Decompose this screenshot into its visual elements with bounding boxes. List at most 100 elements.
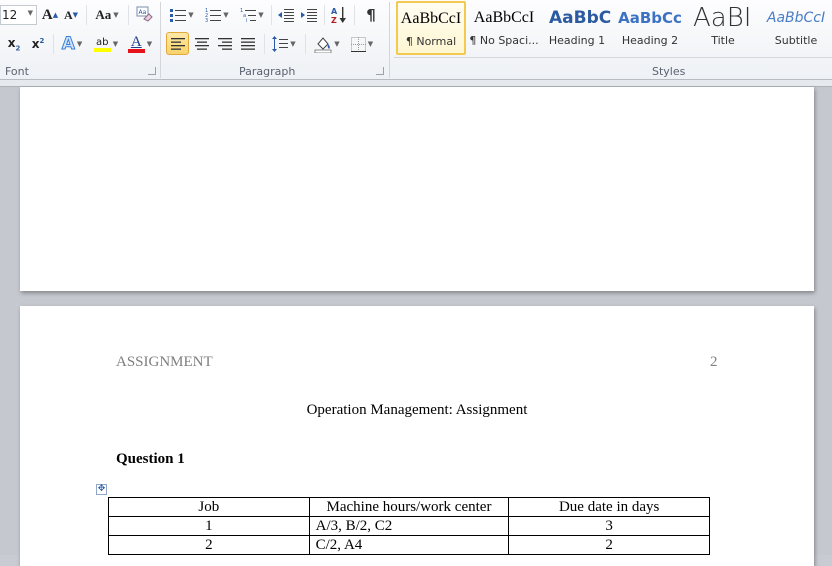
page-number: 2 [710,354,718,370]
style-title[interactable]: AaBI Title [688,2,758,56]
increase-indent-button[interactable] [298,5,320,25]
table-cell[interactable]: C/2, A4 [308,535,510,555]
svg-text:A: A [331,7,338,16]
table-cell[interactable]: 2 [508,535,710,555]
table-move-handle-icon[interactable]: ✥ [96,484,107,495]
font-size-select[interactable]: 12 ▼ [0,5,37,25]
job-table: Job Machine hours/work center Due date i… [108,497,710,555]
line-spacing-button[interactable]: ▼ [269,33,299,55]
ribbon: 12 ▼ A ▲ A ▼ Aa ▼ Aa x2 x2 A ▼ ab ▼ A ▼ … [0,0,832,80]
chevron-down-icon: ▼ [27,9,33,17]
style-sample: AaBbCc [618,9,682,27]
chevron-down-icon: ▼ [113,11,119,19]
bullets-icon [170,9,187,22]
numbering-icon: 123 [205,8,222,22]
running-head: ASSIGNMENT [116,354,213,370]
styles-group-label: Styles [652,65,686,78]
chevron-down-icon: ▼ [334,40,340,48]
separator [271,5,272,25]
style-name: Heading 1 [548,34,606,47]
shrink-font-button[interactable]: A ▼ [62,5,80,25]
font-dialog-launcher-icon[interactable] [148,67,156,75]
chevron-down-icon: ▼ [146,40,153,48]
font-color-button[interactable]: A ▼ [124,33,156,55]
decrease-indent-button[interactable] [275,5,297,25]
highlight-icon: ab [93,37,111,52]
paragraph-dialog-launcher-icon[interactable] [376,67,384,75]
svg-text:Aa: Aa [139,9,147,16]
question-heading: Question 1 [116,451,185,467]
align-left-button[interactable] [166,32,189,55]
pilcrow-icon: ¶ [366,6,376,24]
style-heading-1[interactable]: AaBbC Heading 1 [542,2,612,56]
font-size-value: 12 [2,8,18,22]
separator [86,5,87,25]
subscript-icon: x2 [7,35,21,53]
highlight-button[interactable]: ab ▼ [90,33,122,55]
justify-icon [240,37,255,50]
align-right-button[interactable] [213,32,236,55]
chevron-down-icon: ▼ [112,40,119,48]
chevron-down-icon: ▼ [290,40,296,48]
page-1[interactable] [20,87,814,291]
styles-group: AaBbCcI ¶ Normal AaBbCcI ¶ No Spaci... A… [390,0,832,80]
separator [128,5,129,25]
separator [53,34,54,54]
chevron-down-icon: ▼ [367,40,374,48]
borders-icon [350,36,366,52]
table-cell[interactable]: 3 [508,516,710,536]
table-cell[interactable]: A/3, B/2, C2 [308,516,510,536]
borders-button[interactable]: ▼ [346,33,378,55]
font-group: 12 ▼ A ▲ A ▼ Aa ▼ Aa x2 x2 A ▼ ab ▼ A ▼ … [0,0,160,80]
table-header-cell[interactable]: Machine hours/work center [308,497,510,517]
text-effects-button[interactable]: A ▼ [58,33,86,55]
sort-icon: AZ [331,7,346,24]
font-group-label: Font [5,65,29,78]
style-heading-2[interactable]: AaBbCc Heading 2 [615,2,685,56]
table-header-cell[interactable]: Due date in days [508,497,710,517]
table-header-cell[interactable]: Job [108,497,310,517]
separator [264,34,265,54]
styles-gallery: AaBbCcI ¶ Normal AaBbCcI ¶ No Spaci... A… [394,0,832,58]
align-center-button[interactable] [190,32,213,55]
clear-formatting-icon: Aa [136,6,153,22]
font-color-icon: A [127,35,145,53]
grow-font-icon: A [41,6,53,23]
document-workspace[interactable]: ASSIGNMENT 2 Operation Management: Assig… [0,87,832,566]
justify-button[interactable] [236,32,259,55]
shading-button[interactable]: ▼ [311,33,343,55]
bullets-button[interactable]: ▼ [167,5,197,25]
decrease-indent-icon [278,9,294,22]
style-normal[interactable]: AaBbCcI ¶ Normal [396,1,466,55]
separator [354,5,355,25]
table-cell[interactable]: 1 [108,516,310,536]
align-right-icon [217,37,232,50]
chevron-down-icon: ▼ [188,11,194,19]
page-2[interactable]: ASSIGNMENT 2 Operation Management: Assig… [20,306,814,566]
table-row: 2 C/2, A4 2 [108,535,710,555]
svg-text:3: 3 [205,18,208,22]
style-name: ¶ Normal [405,35,457,48]
style-name: Heading 2 [621,34,679,47]
style-sample: AaBbCcI [766,10,826,26]
align-center-icon [194,37,209,50]
style-no-spacing[interactable]: AaBbCcI ¶ No Spaci... [469,2,539,56]
sort-button[interactable]: AZ [328,4,350,26]
style-subtitle[interactable]: AaBbCcI Subtitle [761,2,831,56]
align-left-icon [170,37,185,50]
superscript-button[interactable]: x2 [28,34,48,54]
separator [305,34,306,54]
increase-indent-icon [301,9,317,22]
grow-font-button[interactable]: A ▲ [41,5,59,25]
clear-formatting-button[interactable]: Aa [134,4,154,24]
change-case-button[interactable]: Aa ▼ [92,5,122,25]
paragraph-group: ▼ 1 2 3 ▼ 1 a i ▼ AZ ¶ ▼ ▼ ▼ Paragraph [161,0,389,80]
multilevel-list-button[interactable]: 1 a i ▼ [237,5,267,25]
show-hide-marks-button[interactable]: ¶ [361,5,381,25]
table-cell[interactable]: 2 [108,535,310,555]
text-effects-icon: A [61,34,75,55]
numbering-button[interactable]: 1 2 3 ▼ [202,5,232,25]
chevron-down-icon: ▼ [223,11,229,19]
subscript-button[interactable]: x2 [4,34,24,54]
ruler[interactable] [0,80,832,87]
